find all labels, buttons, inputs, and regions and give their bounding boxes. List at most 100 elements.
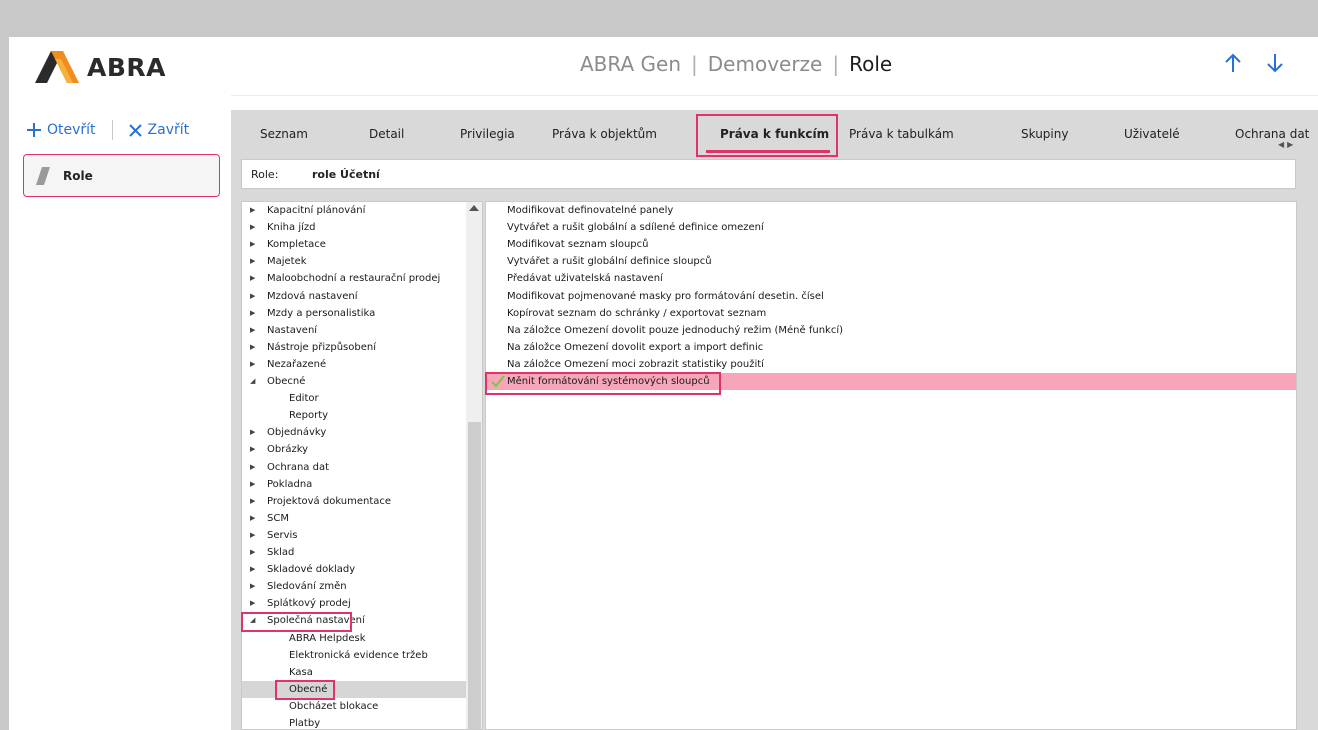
open-button[interactable]: Otevřít	[27, 122, 96, 138]
tree-item[interactable]: ◢ Společná nastavení	[242, 612, 466, 629]
collapsed-triangle-icon[interactable]: ▶	[250, 544, 255, 561]
function-row[interactable]: Na záložce Omezení dovolit pouze jednodu…	[486, 322, 1296, 339]
tab-privilegia[interactable]: Privilegia	[460, 110, 515, 158]
tab-prava-k-tabulkam[interactable]: Práva k tabulkám	[849, 110, 954, 158]
tree-item[interactable]: Kasa	[242, 664, 466, 681]
next-record-button[interactable]	[1263, 49, 1287, 77]
tree-item-label: Společná nastavení	[267, 615, 365, 627]
tree-item[interactable]: ▶ Nezařazené	[242, 356, 466, 373]
function-row[interactable]: Vytvářet a rušit globální a sdílené defi…	[486, 219, 1296, 236]
tab-scroll-arrows[interactable]: ◀▶	[1278, 140, 1296, 149]
collapsed-triangle-icon[interactable]: ▶	[250, 202, 255, 219]
tree-item-label: Pokladna	[267, 478, 313, 490]
checkmark-icon[interactable]	[491, 375, 505, 388]
collapsed-triangle-icon[interactable]: ▶	[250, 578, 255, 595]
collapsed-triangle-icon[interactable]: ▶	[250, 493, 255, 510]
function-row[interactable]: Měnit formátování systémových sloupců	[486, 373, 1296, 390]
collapsed-triangle-icon[interactable]: ▶	[250, 459, 255, 476]
plus-icon	[27, 123, 41, 137]
tree-item[interactable]: Elektronická evidence tržeb	[242, 647, 466, 664]
function-label: Na záložce Omezení dovolit export a impo…	[507, 341, 764, 353]
tree-item[interactable]: ▶ Skladové doklady	[242, 561, 466, 578]
tab-uzivatele[interactable]: Uživatelé	[1124, 110, 1180, 158]
collapsed-triangle-icon[interactable]: ▶	[250, 561, 255, 578]
tree-item-label: ABRA Helpdesk	[289, 632, 366, 644]
tree-item[interactable]: Editor	[242, 390, 466, 407]
collapsed-triangle-icon[interactable]: ▶	[250, 322, 255, 339]
function-label: Měnit formátování systémových sloupců	[507, 376, 710, 387]
document-icon	[36, 166, 50, 185]
close-button[interactable]: Zavřít	[128, 122, 189, 138]
collapsed-triangle-icon[interactable]: ▶	[250, 424, 255, 441]
tree-item[interactable]: Platby	[242, 715, 466, 729]
collapsed-triangle-icon[interactable]: ▶	[250, 270, 255, 287]
previous-record-button[interactable]	[1221, 49, 1245, 77]
tree-item[interactable]: ▶ Sklad	[242, 544, 466, 561]
tab-seznam[interactable]: Seznam	[260, 110, 308, 158]
tree-item[interactable]: Obecné	[242, 680, 466, 698]
function-row[interactable]: Modifikovat pojmenované masky pro formát…	[486, 288, 1296, 305]
function-row[interactable]: Předávat uživatelská nastavení	[486, 270, 1296, 287]
tree-item[interactable]: ◢ Obecné	[242, 373, 466, 390]
expanded-triangle-icon[interactable]: ◢	[250, 373, 255, 390]
tree-item[interactable]: ABRA Helpdesk	[242, 630, 466, 647]
window-left-frame	[0, 37, 9, 730]
function-row[interactable]: Modifikovat seznam sloupců	[486, 236, 1296, 253]
tab-prava-k-objektum[interactable]: Práva k objektům	[552, 110, 657, 158]
collapsed-triangle-icon[interactable]: ▶	[250, 219, 255, 236]
function-row[interactable]: Na záložce Omezení moci zobrazit statist…	[486, 356, 1296, 373]
tree-item[interactable]: ▶ Majetek	[242, 253, 466, 270]
tree-item[interactable]: ▶ Ochrana dat	[242, 459, 466, 476]
tree-item[interactable]: ▶ Kompletace	[242, 236, 466, 253]
tree-item-label: Maloobchodní a restaurační prodej	[267, 273, 441, 285]
function-row[interactable]: Kopírovat seznam do schránky / exportova…	[486, 305, 1296, 322]
tree-item[interactable]: ▶ Nastavení	[242, 322, 466, 339]
role-card[interactable]: Role	[23, 154, 220, 197]
function-category-tree: ▶ Kapacitní plánování ▶ Kniha jízd ▶ Kompleta…	[241, 201, 483, 730]
tab-prava-k-funkcim[interactable]: Práva k funkcím	[720, 110, 829, 158]
collapsed-triangle-icon[interactable]: ▶	[250, 441, 255, 458]
function-label: Modifikovat seznam sloupců	[507, 239, 649, 251]
tree-item[interactable]: ▶ Nástroje přizpůsobení	[242, 339, 466, 356]
function-row[interactable]: Vytvářet a rušit globální definice sloup…	[486, 253, 1296, 270]
tab-detail[interactable]: Detail	[369, 110, 404, 158]
collapsed-triangle-icon[interactable]: ▶	[250, 476, 255, 493]
tree-item[interactable]: ▶ Maloobchodní a restaurační prodej	[242, 270, 466, 287]
function-row[interactable]: Modifikovat definovatelné panely	[486, 202, 1296, 219]
tree-item-label: SCM	[267, 512, 289, 524]
tree-item[interactable]: ▶ Splátkový prodej	[242, 595, 466, 612]
tree-item[interactable]: ▶ Projektová dokumentace	[242, 493, 466, 510]
tree-item-label: Obrázky	[267, 444, 309, 456]
tree-item[interactable]: ▶ Mzdy a personalistika	[242, 305, 466, 322]
tab-skupiny[interactable]: Skupiny	[1021, 110, 1068, 158]
tree-item[interactable]: ▶ Kniha jízd	[242, 219, 466, 236]
tree-item[interactable]: ▶ Obrázky	[242, 441, 466, 458]
tree-scroll-thumb[interactable]	[468, 422, 481, 729]
tree-item[interactable]: ▶ SCM	[242, 510, 466, 527]
function-label: Vytvářet a rušit globální definice sloup…	[507, 256, 712, 268]
collapsed-triangle-icon[interactable]: ▶	[250, 510, 255, 527]
tree-scrollbar[interactable]	[466, 202, 482, 729]
collapsed-triangle-icon[interactable]: ▶	[250, 253, 255, 270]
tree-item[interactable]: ▶ Objednávky	[242, 424, 466, 441]
scroll-up-icon[interactable]	[469, 205, 479, 211]
function-row[interactable]: Na záložce Omezení dovolit export a impo…	[486, 339, 1296, 356]
collapsed-triangle-icon[interactable]: ▶	[250, 339, 255, 356]
collapsed-triangle-icon[interactable]: ▶	[250, 527, 255, 544]
collapsed-triangle-icon[interactable]: ▶	[250, 288, 255, 305]
collapsed-triangle-icon[interactable]: ▶	[250, 305, 255, 322]
tree-item[interactable]: ▶ Servis	[242, 527, 466, 544]
expanded-triangle-icon[interactable]: ◢	[250, 612, 255, 629]
tree-item[interactable]: ▶ Kapacitní plánování	[242, 202, 466, 219]
tree-item[interactable]: ▶ Pokladna	[242, 476, 466, 493]
tree-item[interactable]: ▶ Mzdová nastavení	[242, 288, 466, 305]
tree-item-label: Sledování změn	[267, 581, 347, 593]
collapsed-triangle-icon[interactable]: ▶	[250, 595, 255, 612]
tree-item[interactable]: Reporty	[242, 407, 466, 424]
function-list: Modifikovat definovatelné panely Vytvářet…	[485, 201, 1297, 730]
tree-item[interactable]: Obcházet blokace	[242, 698, 466, 715]
collapsed-triangle-icon[interactable]: ▶	[250, 356, 255, 373]
tree-item[interactable]: ▶ Sledování změn	[242, 578, 466, 595]
collapsed-triangle-icon[interactable]: ▶	[250, 236, 255, 253]
tab-ochrana-dat[interactable]: Ochrana dat	[1235, 110, 1309, 158]
